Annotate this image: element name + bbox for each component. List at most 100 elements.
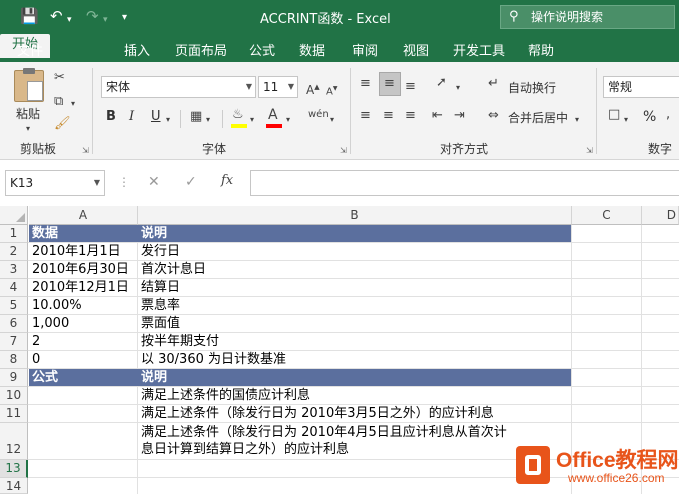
fill-dropdown-icon[interactable]: ▾ [250, 112, 254, 128]
cell-a5[interactable]: 10.00% [29, 297, 82, 314]
search-box[interactable]: ⚲ 操作说明搜索 [500, 5, 675, 29]
tab-file[interactable]: 文件 [17, 40, 43, 59]
percent-button[interactable]: % [643, 109, 656, 125]
cell-b8[interactable]: 以 30/360 为日计数基准 [138, 351, 286, 368]
copy-dropdown-icon[interactable]: ▾ [71, 96, 75, 112]
cell-b10[interactable]: 满足上述条件的国债应计利息 [138, 387, 310, 404]
align-left-icon[interactable]: ≡ [360, 108, 371, 124]
cell-b7[interactable]: 按半年期支付 [138, 333, 219, 350]
orientation-dropdown-icon[interactable]: ▾ [456, 80, 460, 96]
row-header[interactable]: 8 [0, 351, 28, 369]
decrease-indent-icon[interactable]: ⇤ [432, 108, 443, 124]
redo-icon[interactable]: ↷ [86, 8, 99, 24]
align-bottom-icon[interactable]: ≡ [405, 79, 416, 95]
row-header[interactable]: 11 [0, 405, 28, 423]
row-header[interactable]: 14 [0, 478, 28, 494]
font-name-select[interactable]: 宋体 ▼ [101, 76, 256, 98]
enter-icon[interactable]: ✓ [185, 174, 197, 190]
cell-a7[interactable]: 2 [29, 333, 40, 350]
merge-dropdown-icon[interactable]: ▾ [575, 112, 579, 128]
cell-b12-line1[interactable]: 满足上述条件（除发行日为 2010年4月5日且应计利息从首次计 [138, 424, 507, 441]
underline-button[interactable]: U [151, 109, 161, 124]
cell-a1[interactable]: 数据 [29, 225, 58, 242]
align-center-icon[interactable]: ≡ [383, 108, 394, 124]
phonetic-icon[interactable]: wén [308, 107, 329, 123]
cell-b12-line2[interactable]: 息日计算到结算日之外）的应计利息 [138, 441, 349, 458]
paste-dropdown-icon[interactable]: ▾ [26, 121, 30, 137]
tab-review[interactable]: 审阅 [352, 40, 378, 59]
paste-icon[interactable] [14, 68, 44, 102]
tab-page-layout[interactable]: 页面布局 [175, 40, 227, 59]
save-icon[interactable]: 💾 [20, 8, 39, 24]
merge-center-button[interactable]: 合并后居中 [508, 109, 568, 126]
decrease-font-icon[interactable]: A▼ [326, 81, 337, 100]
accounting-dropdown-icon[interactable]: ▾ [624, 112, 628, 128]
column-header-c[interactable]: C [572, 206, 642, 225]
cell-a3[interactable]: 2010年6月30日 [29, 261, 129, 278]
clipboard-launcher-icon[interactable]: ⇲ [82, 146, 89, 155]
cancel-icon[interactable]: ✕ [148, 174, 160, 190]
row-header[interactable]: 7 [0, 333, 28, 351]
number-format-select[interactable]: 常规 [603, 76, 679, 98]
underline-dropdown-icon[interactable]: ▾ [166, 112, 170, 128]
cut-icon[interactable]: ✂ [54, 70, 65, 86]
column-header-a[interactable]: A [29, 206, 138, 225]
row-header[interactable]: 12 [0, 423, 28, 460]
align-top-icon[interactable]: ≡ [360, 76, 371, 92]
cell-b3[interactable]: 首次计息日 [138, 261, 206, 278]
font-launcher-icon[interactable]: ⇲ [340, 146, 347, 155]
cell-b9[interactable]: 说明 [138, 369, 167, 386]
cell-a2[interactable]: 2010年1月1日 [29, 243, 121, 260]
font-size-select[interactable]: 11 ▼ [258, 76, 298, 98]
paste-button[interactable]: 粘贴 [16, 105, 40, 122]
align-middle-button[interactable]: ≡ [379, 72, 401, 96]
cell-b6[interactable]: 票面值 [138, 315, 180, 332]
cell-a8[interactable]: 0 [29, 351, 40, 368]
bold-button[interactable]: B [106, 109, 116, 124]
row-header[interactable]: 6 [0, 315, 28, 333]
row-header[interactable]: 10 [0, 387, 28, 405]
borders-dropdown-icon[interactable]: ▾ [206, 112, 210, 128]
name-box[interactable]: K13 ▼ [5, 170, 105, 196]
undo-icon[interactable]: ↶ [50, 8, 63, 24]
phonetic-dropdown-icon[interactable]: ▾ [330, 112, 334, 128]
accounting-icon[interactable]: □ [608, 107, 620, 123]
cell-a6[interactable]: 1,000 [29, 315, 69, 332]
format-painter-icon[interactable]: 🖌 [54, 116, 71, 132]
increase-indent-icon[interactable]: ⇥ [454, 108, 465, 124]
increase-font-icon[interactable]: A▲ [306, 79, 320, 98]
tab-developer[interactable]: 开发工具 [453, 40, 505, 59]
row-header[interactable]: 9 [0, 369, 28, 387]
redo-dropdown-icon[interactable]: ▾ [103, 12, 108, 28]
font-color-icon[interactable]: A [268, 107, 278, 123]
row-header[interactable]: 4 [0, 279, 28, 297]
row-header[interactable]: 1 [0, 225, 28, 243]
customize-toolbar-icon[interactable]: ▾ [122, 10, 127, 26]
undo-dropdown-icon[interactable]: ▾ [67, 12, 72, 28]
insert-function-button[interactable]: fx [221, 173, 233, 188]
italic-button[interactable]: I [129, 109, 134, 124]
cell-b1[interactable]: 说明 [138, 225, 167, 242]
select-all-corner[interactable] [0, 206, 28, 225]
column-header-b[interactable]: B [138, 206, 572, 225]
orientation-icon[interactable]: ➚ [436, 75, 447, 91]
row-header[interactable]: 3 [0, 261, 28, 279]
row-header[interactable]: 2 [0, 243, 28, 261]
cell-b5[interactable]: 票息率 [138, 297, 180, 314]
column-header-d[interactable]: D [642, 206, 679, 225]
cell-a4[interactable]: 2010年12月1日 [29, 279, 129, 296]
copy-icon[interactable]: ⧉ [54, 94, 63, 110]
row-header-selected[interactable]: 13 [0, 460, 28, 478]
formula-input[interactable] [250, 170, 679, 196]
row-header[interactable]: 5 [0, 297, 28, 315]
alignment-launcher-icon[interactable]: ⇲ [586, 146, 593, 155]
cell-b11[interactable]: 满足上述条件（除发行日为 2010年3月5日之外）的应计利息 [138, 405, 494, 422]
tab-help[interactable]: 帮助 [528, 40, 554, 59]
wrap-text-button[interactable]: 自动换行 [508, 79, 556, 96]
cell-b2[interactable]: 发行日 [138, 243, 180, 260]
tab-formulas[interactable]: 公式 [249, 40, 275, 59]
fill-color-icon[interactable]: ♨ [232, 107, 244, 123]
borders-icon[interactable]: ▦ [190, 109, 202, 125]
font-color-dropdown-icon[interactable]: ▾ [286, 112, 290, 128]
tab-data[interactable]: 数据 [299, 40, 325, 59]
